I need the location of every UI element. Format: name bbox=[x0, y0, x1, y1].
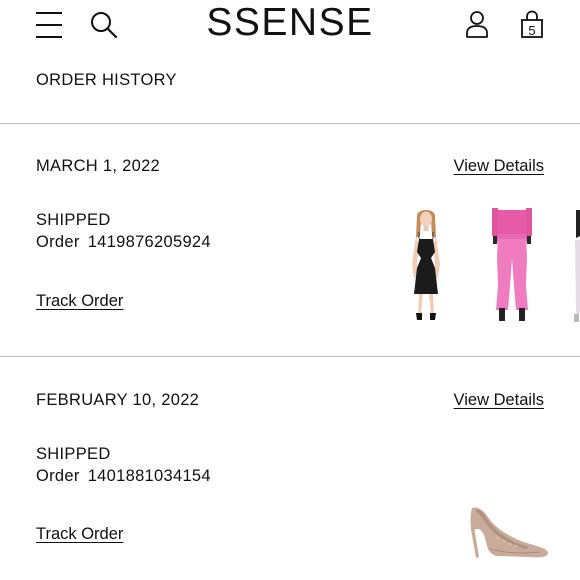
order-status: SHIPPED bbox=[36, 211, 111, 229]
order-number-label: Order bbox=[36, 467, 80, 485]
product-thumbnail-dress[interactable] bbox=[396, 206, 456, 326]
page-title: ORDER HISTORY bbox=[36, 71, 177, 89]
product-thumbnail-jeans[interactable] bbox=[482, 206, 542, 326]
section-divider bbox=[0, 123, 580, 124]
site-header: SSENSE 5 bbox=[0, 0, 580, 50]
order-date: FEBRUARY 10, 2022 bbox=[36, 391, 200, 409]
track-order-link[interactable]: Track Order bbox=[36, 292, 123, 311]
order-number-value: 1401881034154 bbox=[87, 467, 211, 485]
account-icon[interactable] bbox=[464, 10, 490, 40]
order-number: Order 1419876205924 bbox=[36, 233, 211, 252]
order-number-label: Order bbox=[36, 233, 80, 251]
section-divider bbox=[0, 356, 580, 357]
product-thumbnail-pump[interactable] bbox=[468, 505, 552, 561]
order-number-value: 1419876205924 bbox=[87, 233, 211, 251]
ssense-logo[interactable]: SSENSE bbox=[0, 1, 580, 45]
bag-count-badge: 5 bbox=[528, 23, 536, 38]
product-thumbnail-partial[interactable] bbox=[570, 206, 580, 326]
order-date: MARCH 1, 2022 bbox=[36, 157, 161, 175]
order-status: SHIPPED bbox=[36, 445, 111, 463]
shopping-bag-button[interactable]: 5 bbox=[519, 10, 545, 40]
view-details-link[interactable]: View Details bbox=[454, 391, 544, 410]
track-order-link[interactable]: Track Order bbox=[36, 525, 123, 544]
view-details-link[interactable]: View Details bbox=[454, 157, 544, 176]
order-number: Order 1401881034154 bbox=[36, 467, 211, 486]
